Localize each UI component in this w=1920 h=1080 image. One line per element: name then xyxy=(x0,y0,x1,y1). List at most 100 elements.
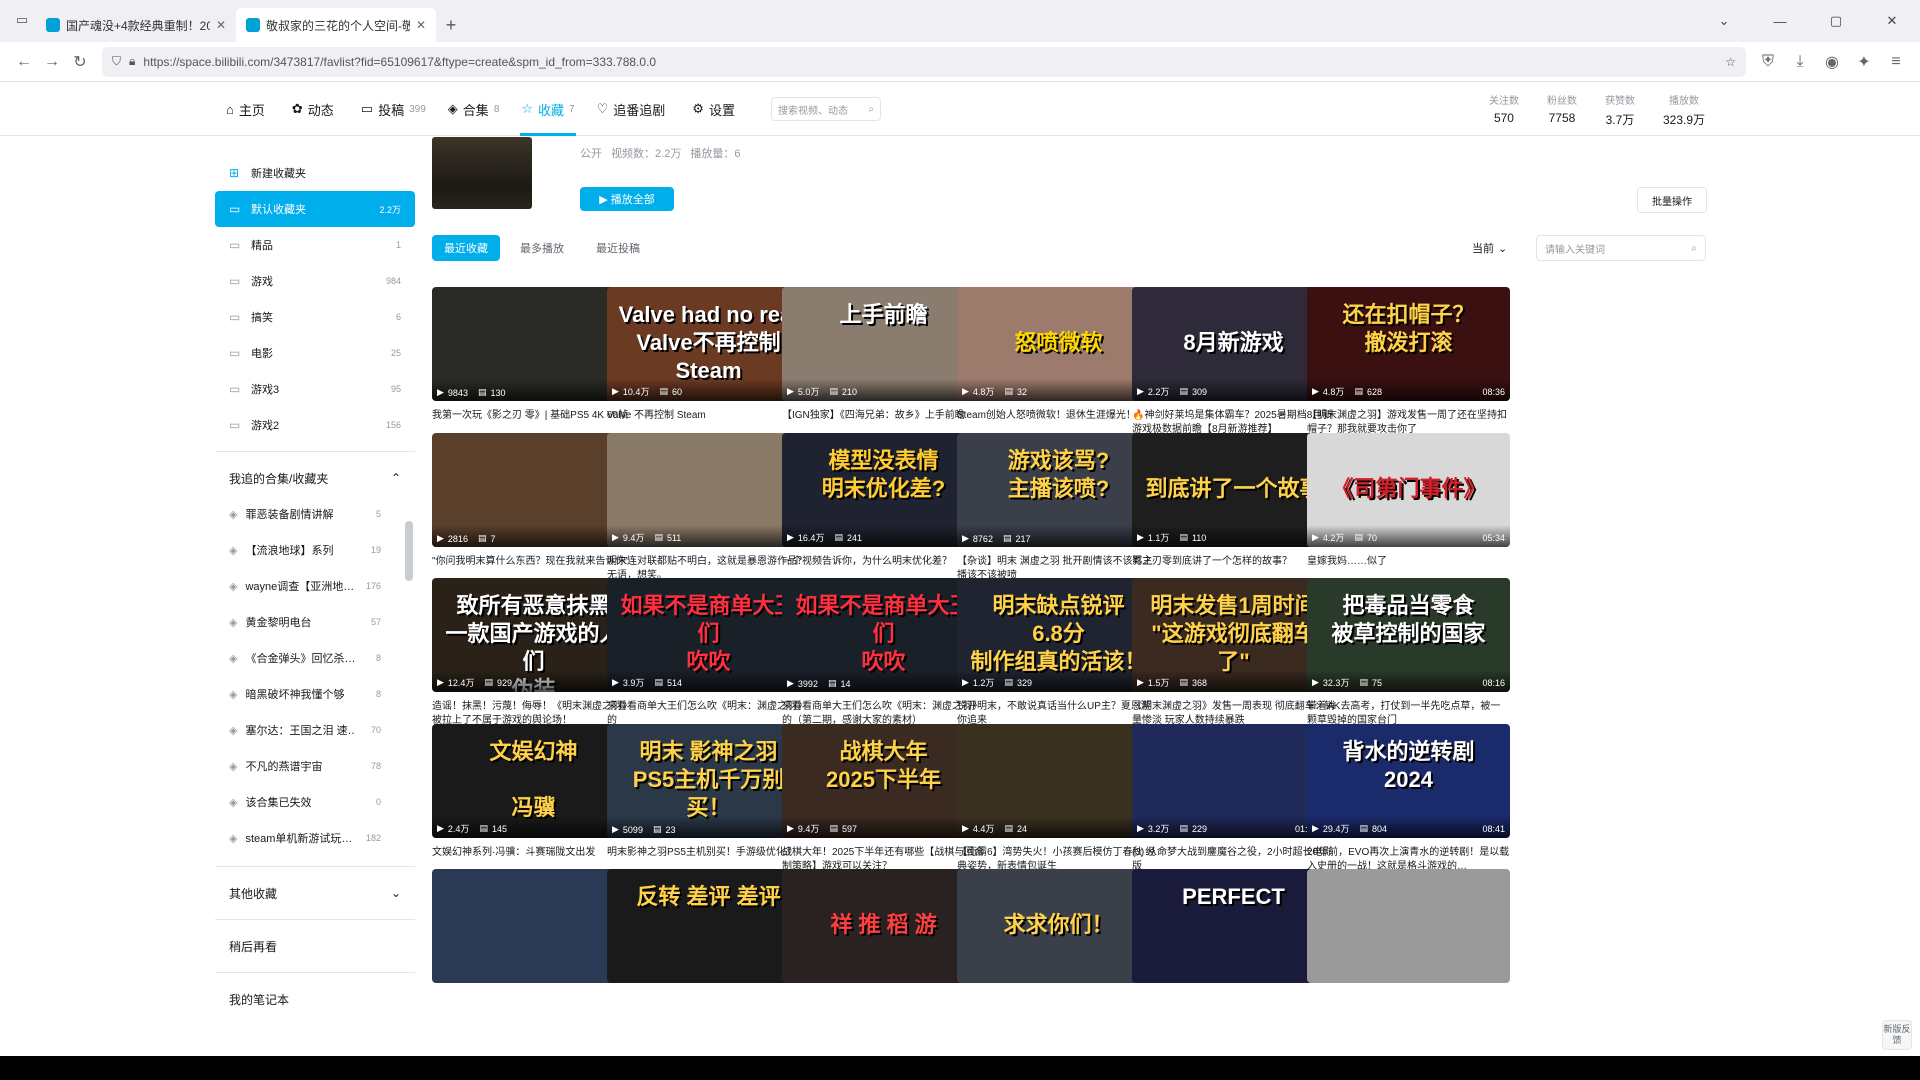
nav-tab-2[interactable]: ✿ 动态 xyxy=(281,82,350,136)
followed-collection-item[interactable]: ◈ 不凡的燕谱宇宙 78 xyxy=(215,748,395,784)
nav-tab-3[interactable]: ▭ 投稿 399 xyxy=(350,82,437,136)
followed-collection-item[interactable]: ◈ 罪恶装备剧情讲解 5 xyxy=(215,496,395,532)
folder-item[interactable]: ▭ 游戏2 156 xyxy=(215,407,415,443)
tab-overview-icon[interactable]: ▭ xyxy=(8,6,36,34)
stat-item[interactable]: 粉丝数 7758 xyxy=(1547,92,1577,128)
video-card[interactable]: 明末发售1周时间 "这游戏彻底翻车了"▶1.5万▤36802:41《明末渊虚之羽… xyxy=(1132,578,1335,746)
video-card[interactable]: 明末 影神之羽 PS5主机千万别买！▶5099▤2303:36明末影神之羽PS5… xyxy=(607,724,810,892)
browser-tab-active[interactable]: 敬叔家的三花的个人空间-敬叔 ✕ xyxy=(236,8,436,42)
notebook-link[interactable]: 我的笔记本 xyxy=(215,981,415,1017)
folder-item[interactable]: ▭ 默认收藏夹 2.2万 xyxy=(215,191,415,227)
video-card[interactable]: 游戏该骂? 主播该喷?▶8762▤21709:35【杂谈】明末 渊虚之羽 批开剧… xyxy=(957,433,1160,601)
close-tab-icon[interactable]: ✕ xyxy=(416,18,426,32)
stat-item[interactable]: 关注数 570 xyxy=(1489,92,1519,128)
chevron-down-icon[interactable]: ⌄ xyxy=(391,886,401,900)
forward-icon[interactable]: → xyxy=(38,48,66,76)
nav-tab-5[interactable]: ☆ 收藏 7 xyxy=(510,82,585,136)
video-thumbnail[interactable]: ▶4.4万▤2402:52 xyxy=(957,724,1160,838)
back-icon[interactable]: ← xyxy=(10,48,38,76)
video-card[interactable] xyxy=(432,869,635,983)
close-tab-icon[interactable]: ✕ xyxy=(216,18,226,32)
other-collections-header[interactable]: 其他收藏 ⌄ xyxy=(215,875,415,911)
video-card[interactable]: 《司第门事件》▶4.2万▤7005:34皇嫁我妈……似了▣ 钢铁BigTree收… xyxy=(1307,433,1510,601)
video-thumbnail[interactable]: 游戏该骂? 主播该喷?▶8762▤21709:35 xyxy=(957,433,1160,547)
video-thumbnail[interactable]: Valve had no real Valve不再控制 Steam ▶ 10.4万 ▤… xyxy=(607,287,810,401)
video-thumbnail[interactable]: 祥 推 稻 游 xyxy=(782,869,985,983)
video-card[interactable] xyxy=(1307,869,1510,983)
followed-collection-item[interactable]: ◈ 黄金黎明电台 57 xyxy=(215,604,395,640)
video-card[interactable]: 反转 差评 差评 xyxy=(607,869,810,983)
video-thumbnail[interactable]: PERFECT xyxy=(1132,869,1335,983)
minimize-icon[interactable]: — xyxy=(1752,14,1808,29)
sort-tab[interactable]: 最近收藏 xyxy=(432,235,500,261)
video-thumbnail[interactable]: 如果不是商单大王们 吹吹▶3.9万▤51413:08 xyxy=(607,578,810,692)
pocket-icon[interactable]: ⛨ xyxy=(1754,48,1782,76)
video-thumbnail[interactable]: 反转 差评 差评 xyxy=(607,869,810,983)
followed-collection-item[interactable]: ◈ 塞尔达：王国之泪 速… 70 xyxy=(215,712,395,748)
batch-actions-button[interactable]: 批量操作 xyxy=(1637,187,1707,213)
video-card[interactable]: 求求你们！ xyxy=(957,869,1160,983)
stat-item[interactable]: 播放数 323.9万 xyxy=(1663,92,1705,128)
downloads-icon[interactable]: ⤓ xyxy=(1786,48,1814,76)
video-thumbnail[interactable]: 明末发售1周时间 "这游戏彻底翻车了"▶1.5万▤36802:41 xyxy=(1132,578,1335,692)
video-card[interactable]: 祥 推 稻 游 xyxy=(782,869,985,983)
video-card[interactable]: ▶9.4万▤51104:03明末连对联都贴不明白，这就是暴恩游作品？无语，想笑。… xyxy=(607,433,810,601)
video-thumbnail[interactable] xyxy=(1307,869,1510,983)
chevron-up-icon[interactable]: ⌃ xyxy=(391,471,401,485)
sort-tab[interactable]: 最近投稿 xyxy=(584,235,652,261)
video-thumbnail[interactable]: 上手前瞻▶5.0万▤21009:50 xyxy=(782,287,985,401)
video-card[interactable]: 怒喷微软▶4.8万▤3202:30Steam创始人怒喷微软！退休生涯爆光！▣ 电… xyxy=(957,287,1160,455)
extensions-icon[interactable]: ✦ xyxy=(1850,48,1878,76)
nav-tab-6[interactable]: ♡ 追番追剧 xyxy=(586,82,682,136)
video-thumbnail[interactable]: 8月新游戏▶2.2万▤30916:29 xyxy=(1132,287,1335,401)
video-thumbnail[interactable]: 还在扣帽子？ 撤泼打滚 ▶ 4.8万 ▤ 628 08:36 xyxy=(1307,287,1510,401)
video-thumbnail[interactable] xyxy=(432,869,635,983)
video-card[interactable]: 如果不是商单大王们 吹吹▶3992▤1411:01来看看商单大王们怎么吹《明末：… xyxy=(782,578,985,746)
close-window-icon[interactable]: ✕ xyxy=(1864,13,1920,29)
folder-item[interactable]: ▭ 搞笑 6 xyxy=(215,299,415,335)
search-icon[interactable]: ⌕ xyxy=(1691,243,1697,254)
folder-search-input[interactable]: 请输入关键词 ⌕ xyxy=(1536,235,1706,261)
list-all-tabs-icon[interactable]: ⌄ xyxy=(1696,13,1752,29)
new-tab-icon[interactable]: + xyxy=(436,8,466,42)
video-card[interactable]: PERFECT xyxy=(1132,869,1335,983)
watch-later-link[interactable]: 稍后再看 xyxy=(215,928,415,964)
followed-collection-item[interactable]: ◈ 暗黑破坏神我懂个够 8 xyxy=(215,676,395,712)
followed-collection-item[interactable]: ◈ wayne调查【亚洲地… 176 xyxy=(215,568,395,604)
video-thumbnail[interactable]: 致所有恶意抹黑 一款国产游戏的人们 伪装▶12.4万▤92911:27 xyxy=(432,578,635,692)
account-icon[interactable]: ◉ xyxy=(1818,48,1846,76)
video-card[interactable]: ▶3.2万▤22901:49:45(3) 从命梦大战到鏖魔谷之役，2小时超长电影… xyxy=(1132,724,1335,892)
video-thumbnail[interactable]: ▶9.4万▤51104:03 xyxy=(607,433,810,547)
browser-tab[interactable]: 国产魂没+4款经典重制！2025 ✕ xyxy=(36,8,236,42)
search-scope-dropdown[interactable]: 当前 ⌄ xyxy=(1472,237,1507,259)
sidebar-scrollbar[interactable] xyxy=(402,507,414,847)
new-folder-button[interactable]: ⊞ 新建收藏夹 xyxy=(215,155,415,191)
video-thumbnail[interactable]: ▶3.2万▤22901:49:45 xyxy=(1132,724,1335,838)
video-card[interactable]: 把毒品当零食 被草控制的国家 ▶ 32.3万 ▤ 75 08:16 带着AK去高考，打仗到一… xyxy=(1307,578,1510,746)
followed-section-header[interactable]: 我追的合集/收藏夹 ⌃ xyxy=(215,460,415,496)
stat-item[interactable]: 获赞数 3.7万 xyxy=(1605,92,1635,128)
video-thumbnail[interactable]: 模型没表情 明末优化差?▶16.4万▤24101:54 xyxy=(782,433,985,547)
nav-tab-7[interactable]: ⚙ 设置 xyxy=(681,82,751,136)
video-thumbnail[interactable]: 文娱幻神 冯骥▶2.4万▤14521:04 xyxy=(432,724,635,838)
space-search-input[interactable]: 搜索视频、动态 ⌕ xyxy=(770,97,881,121)
video-thumbnail[interactable]: 明末缺点锐评 6.8分 制作组真的活该！▶1.2万▤32920:49 xyxy=(957,578,1160,692)
address-bar[interactable]: ⛉ 🔒︎ https://space.bilibili.com/3473817/… xyxy=(102,46,1746,77)
video-thumbnail[interactable]: 把毒品当零食 被草控制的国家 ▶ 32.3万 ▤ 75 08:16 xyxy=(1307,578,1510,692)
video-card[interactable]: 战棋大年 2025下半年▶9.4万▤59718:21战棋大年！2025下半年还有… xyxy=(782,724,985,892)
video-card[interactable]: 还在扣帽子？ 撤泼打滚 ▶ 4.8万 ▤ 628 08:36 【明末渊虚之羽】游戏发售一周了… xyxy=(1307,287,1510,455)
feedback-button[interactable]: 新版反馈 xyxy=(1882,1020,1912,1050)
nav-tab-4[interactable]: ◈ 合集 8 xyxy=(437,82,511,136)
video-thumbnail[interactable]: 到底讲了一个故事▶1.1万▤11017:37 xyxy=(1132,433,1335,547)
video-thumbnail[interactable]: 《司第门事件》 ▶ 4.2万 ▤ 70 05:34 xyxy=(1307,433,1510,547)
folder-item[interactable]: ▭ 游戏3 95 xyxy=(215,371,415,407)
bookmark-star-icon[interactable]: ☆ xyxy=(1725,55,1736,69)
reload-icon[interactable]: ↻ xyxy=(66,48,94,76)
followed-collection-item[interactable]: ◈ 该合集已失效 0 xyxy=(215,784,395,820)
video-card[interactable]: 背水的逆转剧 2024 ▶ 29.4万 ▤ 804 08:41 20年前，EVO再次上演青水… xyxy=(1307,724,1510,892)
video-thumbnail[interactable]: 战棋大年 2025下半年▶9.4万▤59718:21 xyxy=(782,724,985,838)
video-card[interactable]: 模型没表情 明末优化差?▶16.4万▤24101:54一个视频告诉你，为什么明末… xyxy=(782,433,985,601)
video-card[interactable]: 到底讲了一个故事▶1.1万▤11017:37影之刃零到底讲了一个怎样的故事？▣ … xyxy=(1132,433,1335,601)
followed-collection-item[interactable]: ◈ 【流浪地球】系列 19 xyxy=(215,532,395,568)
shield-icon[interactable]: ⛉ xyxy=(112,54,121,69)
